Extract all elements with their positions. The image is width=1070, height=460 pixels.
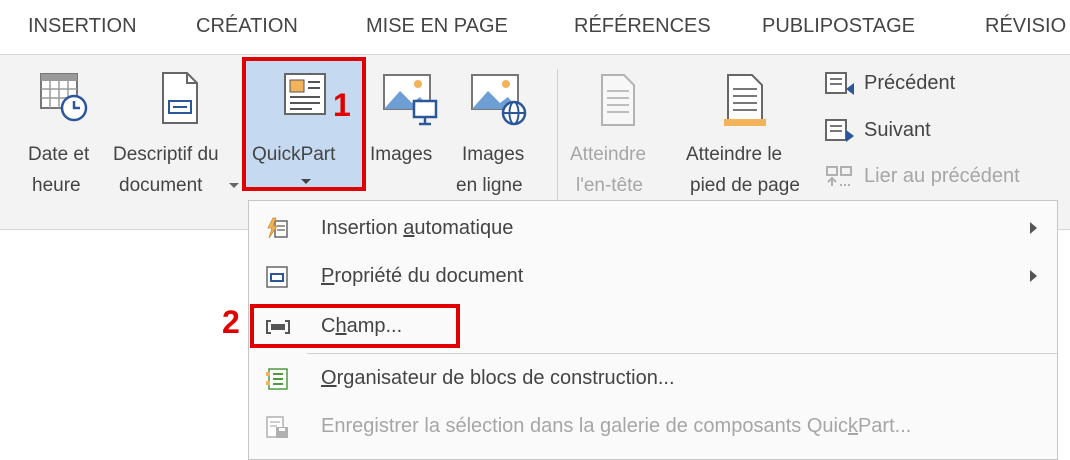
menu-item-auto-text[interactable]: Insertion automatique [251,205,1055,251]
goto-header-icon [601,74,635,126]
callout-number-1: 1 [333,87,351,123]
next-button[interactable]: Suivant [824,116,1024,146]
quickpart-label: QuickPart [252,144,336,165]
next-section-icon [825,119,854,142]
tab-mise-en-page[interactable]: MISE EN PAGE [366,15,508,38]
submenu-arrow-icon [1030,222,1037,234]
menu-label-field: Champ... [321,315,403,337]
tab-insertion[interactable]: INSERTION [28,15,137,38]
online-images-label-2: en ligne [456,175,523,196]
goto-header-button[interactable]: Atteindre l'en-tête [566,65,670,215]
document-info-button[interactable]: Descriptif du document [113,65,249,215]
chevron-down-icon [301,179,311,184]
ribbon-tab-strip: INSERTION CRÉATION MISE EN PAGE RÉFÉRENC… [0,0,1070,54]
quickpart-dropdown-menu: Insertion automatique Propriété du docum… [248,200,1058,460]
auto-text-icon [267,217,288,239]
link-to-previous-icon [826,166,852,186]
menu-item-field[interactable]: Champ... [251,303,1055,349]
quickpart-icon [284,73,326,115]
online-images-label-1: Images [462,144,525,165]
previous-section-icon [825,72,854,95]
goto-footer-label-1: Atteindre le [686,144,783,165]
goto-footer-label-2: pied de page [690,175,800,196]
images-button[interactable]: Images [366,65,452,215]
date-time-button[interactable]: Date et heure [18,65,114,215]
goto-header-label-2: l'en-tête [576,175,644,196]
date-time-label-2: heure [32,175,81,196]
menu-separator [307,353,1057,354]
calendar-clock-icon [40,73,88,122]
tab-publipostage[interactable]: PUBLIPOSTAGE [762,15,915,38]
picture-icon [383,74,438,126]
chevron-down-icon [229,183,239,188]
menu-label-document-property: Propriété du document [321,265,524,287]
online-picture-icon [471,74,527,126]
menu-item-document-property[interactable]: Propriété du document [251,253,1055,299]
group-divider [557,69,558,217]
document-property-icon [266,266,288,288]
menu-item-building-blocks-organizer[interactable]: Organisateur de blocs de construction... [251,355,1055,401]
previous-label: Précédent [864,72,956,94]
field-icon [266,320,290,334]
building-blocks-organizer-icon [266,368,288,390]
goto-footer-button[interactable]: Atteindre le pied de page [686,65,808,215]
submenu-arrow-icon [1030,270,1037,282]
link-to-previous-button[interactable]: Lier au précédent [824,162,1054,192]
date-time-label-1: Date et [28,144,90,165]
link-to-previous-label: Lier au précédent [864,165,1020,187]
online-images-button[interactable]: Images en ligne [452,65,548,215]
save-to-gallery-icon [266,416,288,438]
document-info-label-2: document [119,175,203,196]
menu-item-save-selection-to-gallery[interactable]: Enregistrer la sélection dans la galerie… [251,403,1055,449]
goto-footer-icon [724,74,766,126]
next-label: Suivant [864,119,931,141]
tab-references[interactable]: RÉFÉRENCES [574,15,711,38]
previous-button[interactable]: Précédent [824,69,1024,99]
quickpart-button[interactable]: QuickPart [246,61,362,187]
images-label: Images [370,144,433,165]
menu-label-save-selection-to-gallery: Enregistrer la sélection dans la galerie… [321,415,912,437]
menu-label-auto-text: Insertion automatique [321,217,514,239]
tab-creation[interactable]: CRÉATION [196,15,298,38]
document-info-label-1: Descriptif du [113,144,219,165]
callout-number-2: 2 [222,304,240,340]
menu-label-building-blocks-organizer: Organisateur de blocs de construction... [321,367,675,389]
document-info-icon [162,72,198,124]
goto-header-label-1: Atteindre [570,144,647,165]
tab-revision[interactable]: RÉVISIO [985,15,1066,38]
